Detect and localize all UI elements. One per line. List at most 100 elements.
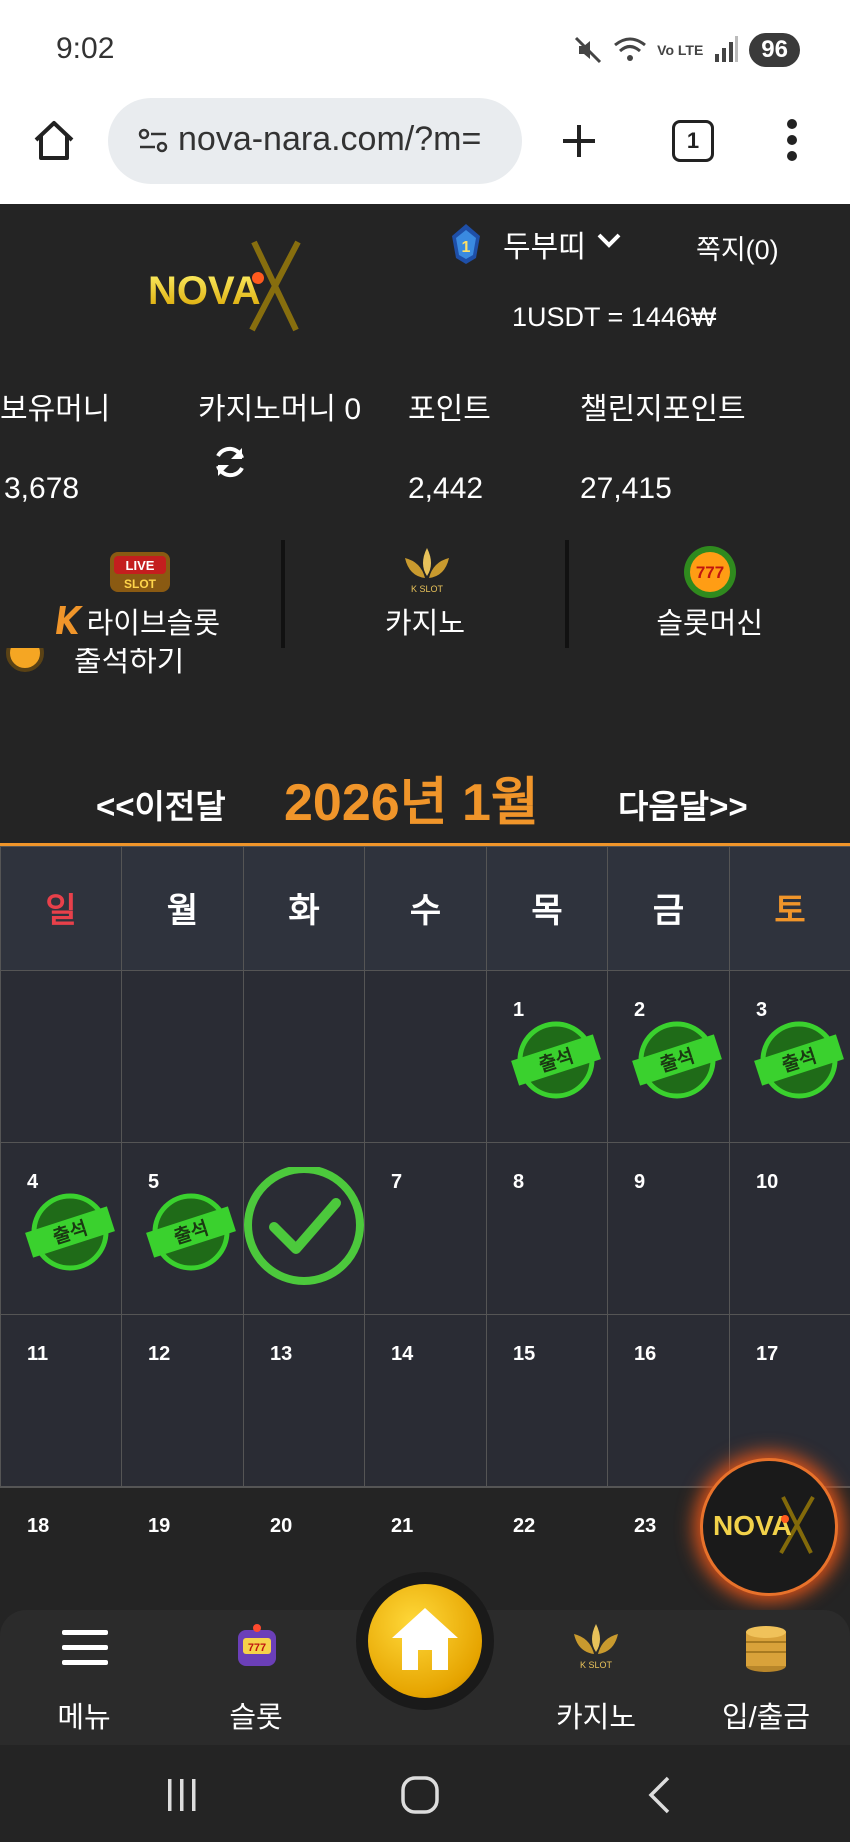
today-check-icon bbox=[244, 1167, 364, 1285]
calendar-day-cell bbox=[121, 970, 244, 1143]
calendar-day-cell: 18 bbox=[0, 1486, 122, 1537]
calendar-day-cell: 5 출석 bbox=[121, 1142, 244, 1315]
calendar-day-cell: 6 bbox=[243, 1142, 365, 1315]
nav-slot[interactable]: 777 슬롯 bbox=[196, 1610, 316, 1745]
calendar-day-cell: 10 bbox=[729, 1142, 850, 1315]
svg-text:1: 1 bbox=[462, 239, 471, 256]
challenge-point-label: 챌린지포인트 bbox=[580, 393, 746, 426]
nav-casino-label: 카지노 bbox=[555, 1702, 637, 1734]
home-button[interactable] bbox=[356, 1572, 494, 1710]
weekday-header: 토 bbox=[729, 846, 850, 971]
day-number: 11 bbox=[27, 1343, 49, 1365]
weekday-header: 목 bbox=[486, 846, 608, 971]
status-bar: 9:02 Vo LTE 96 bbox=[0, 0, 850, 98]
svg-text:LIVE: LIVE bbox=[126, 558, 155, 573]
kslot-icon: K SLOT bbox=[574, 1624, 618, 1670]
back-icon[interactable] bbox=[644, 1775, 674, 1815]
weekday-label: 토 bbox=[774, 892, 806, 930]
nav-slot-label: 슬롯 bbox=[229, 1702, 283, 1734]
weekday-header: 월 bbox=[121, 846, 244, 971]
menu-icon bbox=[62, 1630, 108, 1665]
refresh-icon[interactable] bbox=[212, 444, 248, 480]
weekday-header: 화 bbox=[243, 846, 365, 971]
slot-machine-icon: 777 bbox=[238, 1624, 276, 1666]
calendar-day-cell: 8 bbox=[486, 1142, 608, 1315]
prev-month-link[interactable]: <<이전달 bbox=[96, 780, 226, 828]
recent-apps-icon[interactable] bbox=[164, 1777, 200, 1813]
day-number: 17 bbox=[756, 1343, 779, 1365]
point-label: 포인트 bbox=[408, 393, 491, 426]
nav-deposit-withdraw[interactable]: 입/출금 bbox=[706, 1610, 826, 1745]
calendar-day-cell: 14 bbox=[364, 1314, 487, 1487]
calendar-day-cell: 15 bbox=[486, 1314, 608, 1487]
calendar-day-cell: 19 bbox=[121, 1486, 244, 1537]
attendance-header: 출석하기 bbox=[0, 648, 850, 688]
calendar-day-cell: 13 bbox=[243, 1314, 365, 1487]
nova-logo[interactable]: NOVA bbox=[146, 238, 326, 334]
weekday-header: 수 bbox=[364, 846, 487, 971]
home-system-icon[interactable] bbox=[400, 1775, 440, 1815]
tab-live-slot[interactable]: LIVE SLOT 라이브슬롯 bbox=[0, 540, 281, 648]
day-number: 22 bbox=[513, 1515, 536, 1537]
day-number: 12 bbox=[148, 1343, 171, 1365]
svg-text:777: 777 bbox=[696, 563, 724, 582]
site-settings-icon[interactable] bbox=[138, 126, 168, 156]
calendar-day-cell: 11 bbox=[0, 1314, 122, 1487]
day-number: 20 bbox=[270, 1515, 293, 1537]
nav-menu-label: 메뉴 bbox=[57, 1702, 111, 1734]
weekday-label: 수 bbox=[409, 892, 442, 930]
day-number: 16 bbox=[634, 1343, 657, 1365]
day-number: 21 bbox=[391, 1515, 414, 1537]
day-number: 13 bbox=[270, 1343, 293, 1365]
day-number: 19 bbox=[148, 1515, 171, 1537]
address-bar[interactable]: nova-nara.com/?m= bbox=[108, 98, 522, 184]
nav-deposit-label: 입/출금 bbox=[721, 1702, 811, 1734]
weekday-label: 금 bbox=[652, 892, 685, 930]
month-title: 2026년 1월 bbox=[284, 774, 539, 832]
new-tab-icon[interactable] bbox=[560, 122, 598, 160]
tab-switcher-button[interactable]: 1 bbox=[672, 120, 714, 162]
messages-link[interactable]: 쪽지(0) bbox=[696, 228, 779, 267]
holding-money-label: 보유머니 bbox=[0, 393, 111, 426]
weekday-header: 금 bbox=[607, 846, 730, 971]
nav-menu[interactable]: 메뉴 bbox=[24, 1610, 144, 1745]
home-house-icon bbox=[392, 1608, 458, 1670]
chevron-down-icon[interactable] bbox=[596, 232, 622, 250]
browser-toolbar: nova-nara.com/?m= 1 bbox=[0, 98, 850, 204]
weekday-label: 화 bbox=[288, 892, 320, 930]
attendance-stamp-icon: 출석 bbox=[632, 1021, 722, 1099]
system-navigation-bar bbox=[0, 1745, 850, 1842]
home-icon[interactable] bbox=[32, 118, 76, 162]
mute-icon bbox=[575, 36, 602, 64]
svg-text:NOVA: NOVA bbox=[148, 269, 261, 313]
attendance-title: 출석하기 bbox=[74, 648, 185, 678]
nav-casino[interactable]: K SLOT 카지노 bbox=[536, 1610, 656, 1745]
day-number: 18 bbox=[27, 1515, 50, 1537]
tab-slot-machine[interactable]: 777 슬롯머신 bbox=[569, 540, 850, 648]
coins-icon bbox=[746, 1626, 786, 1672]
day-number: 9 bbox=[634, 1171, 646, 1193]
attendance-stamp-icon: 출석 bbox=[146, 1193, 236, 1271]
calendar-day-cell bbox=[364, 970, 487, 1143]
nova-floating-button[interactable]: NOVA bbox=[700, 1458, 838, 1596]
site-header: NOVA 1 두부띠 쪽지(0) 1USDT = 1446₩ 보유머니 3,67… bbox=[0, 204, 850, 540]
next-month-link[interactable]: 다음달>> bbox=[618, 780, 748, 828]
game-category-tabs: LIVE SLOT 라이브슬롯 K SLOT 카지노 777 슬롯머신 bbox=[0, 540, 850, 648]
tab-casino[interactable]: K SLOT 카지노 bbox=[284, 540, 566, 648]
wifi-icon bbox=[614, 37, 647, 61]
more-options-icon[interactable] bbox=[786, 118, 798, 162]
svg-text:K SLOT: K SLOT bbox=[580, 1660, 613, 1670]
calendar-day-cell: 3 출석 bbox=[729, 970, 850, 1143]
attendance-stamp-icon: 출석 bbox=[754, 1021, 844, 1099]
calendar-day-cell bbox=[0, 970, 122, 1143]
username[interactable]: 두부띠 bbox=[503, 222, 586, 266]
calendar-day-cell: 4 출석 bbox=[0, 1142, 122, 1315]
signal-icon bbox=[715, 36, 739, 62]
status-icons: Vo LTE 96 bbox=[573, 30, 800, 70]
url-text: nova-nara.com/?m= bbox=[178, 120, 482, 158]
calendar-day-cell bbox=[243, 970, 365, 1143]
777-slots-icon: 777 bbox=[684, 546, 737, 598]
svg-text:K SLOT: K SLOT bbox=[411, 584, 444, 594]
battery-indicator: 96 bbox=[749, 33, 800, 67]
nova-logo-small: NOVA bbox=[713, 1496, 815, 1554]
